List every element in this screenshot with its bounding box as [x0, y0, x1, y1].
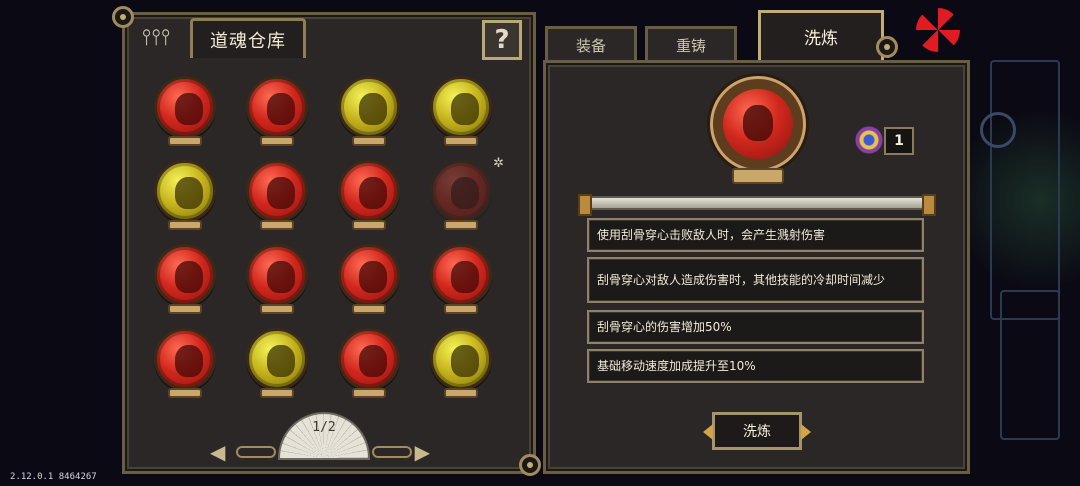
soul-orb: [246, 160, 308, 222]
skull-mask-icon: [175, 177, 203, 209]
soul-orb: [430, 160, 492, 222]
tab-reforge[interactable]: 重铸: [645, 26, 737, 62]
page-indicator: 1/2: [312, 420, 336, 435]
orb-stand: [260, 136, 294, 146]
soul-orb-slot[interactable]: [334, 72, 426, 156]
general-face-icon: [267, 177, 295, 209]
corner-ornament: [112, 6, 134, 28]
warrior-face-icon: [267, 93, 295, 125]
orb-stand: [168, 388, 202, 398]
armor-face-icon: [175, 345, 203, 377]
soul-orb-slot[interactable]: [242, 72, 334, 156]
dancer-face-icon: [359, 345, 387, 377]
soul-orb-slot[interactable]: [426, 324, 518, 408]
background-line: [990, 60, 1060, 320]
material-count: 1: [884, 127, 914, 155]
buns-girl-face-icon: [743, 105, 773, 141]
spear-rack-icon: ⫯⫯⫯: [141, 25, 171, 50]
affix-line: 使用刮骨穿心击败敌人时，会产生溅射伤害: [587, 218, 924, 252]
next-page-button[interactable]: ▶: [415, 440, 430, 464]
orb-stand: [352, 220, 386, 230]
orb-stand: [168, 304, 202, 314]
orb-stand: [444, 136, 478, 146]
jester-face-icon: [451, 345, 479, 377]
version-label: 2.12.0.1 8464267: [10, 472, 97, 482]
soul-orb: [154, 76, 216, 138]
prev-page-button[interactable]: ◀: [210, 440, 225, 464]
monk-face-icon: [267, 261, 295, 293]
eye-gem-icon: [852, 126, 886, 154]
refine-button[interactable]: 洗炼: [703, 412, 811, 450]
soul-orb-slot[interactable]: [426, 240, 518, 324]
soul-orb: [154, 160, 216, 222]
soul-orb: [430, 76, 492, 138]
orb-stand: [168, 136, 202, 146]
tab-equip[interactable]: 装备: [545, 26, 637, 62]
beast-face-icon: [451, 261, 479, 293]
bandana-face-icon: [359, 93, 387, 125]
soul-orb: [338, 244, 400, 306]
soul-orb: [338, 160, 400, 222]
orb-stand: [168, 220, 202, 230]
soul-orb: [338, 328, 400, 390]
affix-line: 刮骨穿心的伤害增加50%: [587, 310, 924, 344]
background-ring: [980, 112, 1016, 148]
orb-stand: [732, 168, 784, 184]
soul-orb-slot[interactable]: [334, 324, 426, 408]
pinwheel-icon[interactable]: [916, 8, 960, 52]
orb-stand: [352, 304, 386, 314]
selected-orb-body: [723, 89, 793, 159]
soul-orb: [154, 244, 216, 306]
cloud-ornament-icon: [372, 446, 412, 458]
orb-stand: [444, 388, 478, 398]
soul-orb-slot[interactable]: [242, 324, 334, 408]
lady-face-icon: [451, 177, 479, 209]
ninja-face-icon: [267, 345, 295, 377]
corner-ornament: [519, 454, 541, 476]
orb-stand: [260, 388, 294, 398]
soul-orb-slot[interactable]: [242, 156, 334, 240]
scroll-divider: [578, 194, 936, 216]
pager: ◀ 1/2 ▶: [200, 412, 460, 468]
soul-orb: [246, 244, 308, 306]
background-line: [1000, 290, 1060, 440]
corner-ornament: [876, 36, 898, 58]
maiden-face-icon: [451, 93, 479, 125]
star-icon: ✲: [493, 156, 504, 171]
orb-stand: [352, 388, 386, 398]
storage-title: 道魂仓库: [190, 18, 306, 58]
soul-orb-slot[interactable]: [242, 240, 334, 324]
soul-orb-slot[interactable]: [334, 156, 426, 240]
cloud-ornament-icon: [236, 446, 276, 458]
soul-orb: [338, 76, 400, 138]
affix-line: 基础移动速度加成提升至10%: [587, 349, 924, 383]
soul-orb: [430, 328, 492, 390]
soul-orb: [246, 328, 308, 390]
soul-orb-slot[interactable]: [334, 240, 426, 324]
soul-orb: [154, 328, 216, 390]
orb-stand: [352, 136, 386, 146]
affix-line: 刮骨穿心对敌人造成伤害时，其他技能的冷却时间减少: [587, 257, 924, 303]
elf-face-icon: [359, 261, 387, 293]
soul-orb-slot[interactable]: [150, 156, 242, 240]
soul-orb: [430, 244, 492, 306]
tab-refine[interactable]: 洗炼: [758, 10, 884, 60]
help-button[interactable]: ?: [482, 20, 522, 60]
orb-stand: [444, 220, 478, 230]
soul-orb: [246, 76, 308, 138]
orb-stand: [444, 304, 478, 314]
helmet-face-icon: [359, 177, 387, 209]
soul-orb-grid: ✲: [150, 72, 518, 408]
demon-face-icon: [175, 93, 203, 125]
soul-orb-slot[interactable]: [426, 72, 518, 156]
selected-soul-orb: [710, 76, 806, 172]
orb-stand: [260, 304, 294, 314]
soul-orb-slot[interactable]: [150, 72, 242, 156]
soul-orb-slot[interactable]: ✲: [426, 156, 518, 240]
orb-stand: [260, 220, 294, 230]
soul-orb-slot[interactable]: [150, 240, 242, 324]
soul-orb-slot[interactable]: [150, 324, 242, 408]
girl-face-icon: [175, 261, 203, 293]
